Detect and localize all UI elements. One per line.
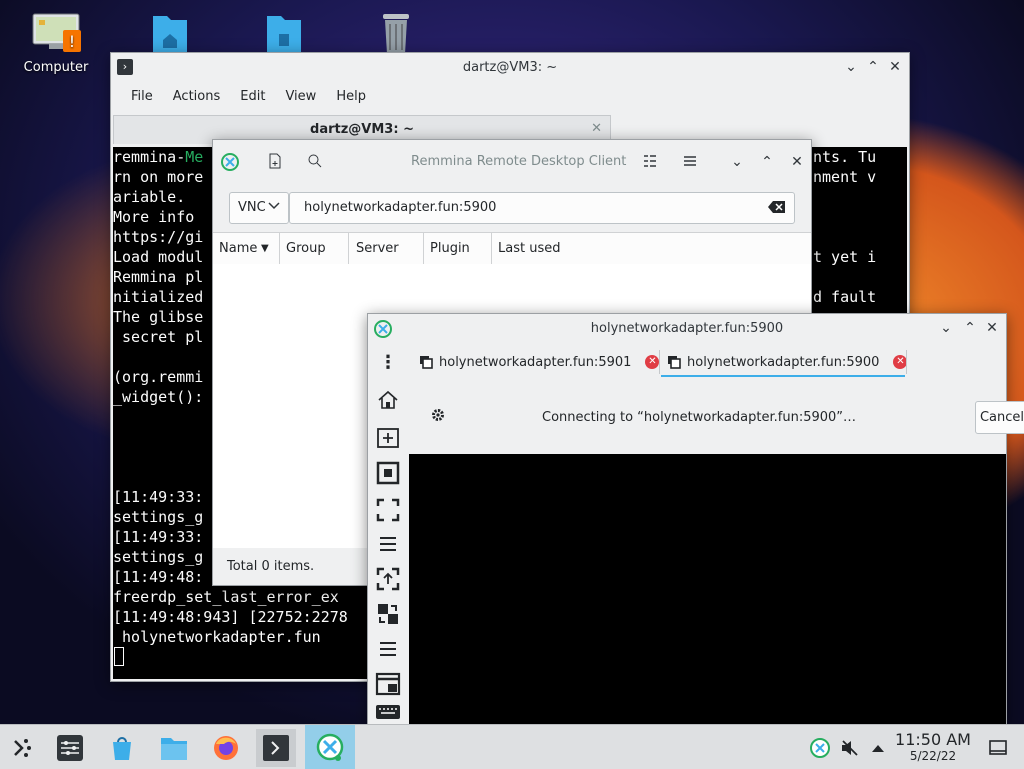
item-count: Total 0 items. (227, 559, 315, 574)
remote-window-icon (668, 356, 681, 369)
remote-display[interactable] (409, 454, 1006, 725)
column-last-used[interactable]: Last used (492, 233, 698, 264)
tab-connection-5900[interactable]: holynetworkadapter.fun:5900 ✕ (667, 347, 908, 377)
firefox-icon[interactable] (206, 729, 246, 767)
application-launcher-icon[interactable] (2, 729, 42, 767)
fit-window-icon[interactable] (374, 496, 402, 524)
search-icon[interactable] (307, 153, 323, 169)
terminal-line-fragment: nts. Tu (813, 148, 877, 166)
menu-lines-icon[interactable] (374, 530, 402, 558)
taskbar: 11:50 AM 5/22/22 (0, 724, 1024, 769)
menu-edit[interactable]: Edit (230, 83, 275, 111)
remote-window-icon (420, 356, 433, 369)
connection-tabbar: holynetworkadapter.fun:5901 ✕ holynetwor… (409, 344, 1006, 380)
remmina-connection-window: holynetworkadapter.fun:5900 ⌄ ⌃ ✕ ⋮ holy… (367, 313, 1024, 726)
trash-icon (369, 10, 423, 54)
view-toggle-icon[interactable] (643, 154, 657, 168)
computer-icon: ! (29, 10, 83, 54)
close-icon[interactable]: ✕ (789, 154, 805, 170)
remmina-task-icon[interactable] (305, 725, 355, 769)
preferences-menu-icon[interactable] (374, 635, 402, 663)
remmina-logo-icon (221, 153, 239, 171)
terminal-line-fragment: nment v (813, 168, 877, 186)
chevron-down-icon (268, 199, 280, 213)
hamburger-menu-icon[interactable] (683, 154, 697, 168)
more-options-icon[interactable]: ⋮ (374, 349, 402, 377)
menu-help[interactable]: Help (326, 83, 376, 111)
menubar: File Actions Edit View Help (111, 83, 909, 111)
konsole-task-icon[interactable] (256, 729, 296, 767)
minimize-icon[interactable]: ⌄ (843, 59, 859, 75)
minimize-icon[interactable]: ⌄ (938, 320, 954, 336)
remmina-headerbar[interactable]: Remmina Remote Desktop Client ⌄ ⌃ ✕ (213, 140, 811, 184)
connecting-panel: Connecting to “holynetworkadapter.fun:59… (409, 380, 1024, 454)
desktop-icon-label: Computer (23, 60, 89, 75)
terminal-cursor (114, 647, 124, 666)
menu-actions[interactable]: Actions (163, 83, 231, 111)
terminal-line-fragment: t yet i (813, 248, 877, 266)
minimize-icon[interactable]: ⌄ (729, 154, 745, 170)
show-desktop-icon[interactable] (978, 729, 1018, 767)
home-icon[interactable] (374, 386, 402, 414)
folder-icon (257, 10, 311, 54)
tab-label: holynetworkadapter.fun:5901 (439, 354, 632, 370)
connection-toolbar: ⋮ (368, 344, 409, 725)
active-tab-indicator (661, 375, 905, 377)
menu-file[interactable]: File (121, 83, 163, 111)
discover-store-icon[interactable] (102, 729, 142, 767)
gear-icon (431, 408, 445, 422)
connecting-message: Connecting to “holynetworkadapter.fun:59… (542, 410, 857, 425)
tab-divider (659, 350, 660, 374)
connection-list-header: Name ▼ Group Server Plugin Last used (213, 232, 811, 265)
clear-text-icon[interactable] (768, 200, 786, 214)
close-icon[interactable]: ✕ (984, 320, 1000, 336)
tab-label: holynetworkadapter.fun:5900 (687, 354, 880, 370)
scale-icon[interactable] (374, 565, 402, 593)
add-window-icon[interactable] (374, 423, 402, 451)
file-manager-icon[interactable] (154, 729, 194, 767)
protocol-select[interactable]: VNC (229, 192, 289, 224)
digital-clock[interactable]: 11:50 AM 5/22/22 (893, 730, 973, 764)
tab-connection-5901[interactable]: holynetworkadapter.fun:5901 ✕ (419, 347, 660, 377)
svg-text:!: ! (69, 32, 75, 51)
dynamic-resolution-icon[interactable] (374, 600, 402, 628)
clock-time: 11:50 AM (895, 730, 971, 749)
new-connection-icon[interactable] (267, 153, 283, 169)
tray-expand-icon[interactable] (858, 729, 898, 767)
maximize-icon[interactable]: ⌃ (962, 320, 978, 336)
fullscreen-icon[interactable] (374, 459, 402, 487)
column-name[interactable]: Name ▼ (213, 233, 280, 264)
close-icon[interactable]: ✕ (887, 59, 903, 75)
maximize-icon[interactable]: ⌃ (759, 154, 775, 170)
address-input[interactable]: holynetworkadapter.fun:5900 (289, 192, 795, 224)
column-server[interactable]: Server (350, 233, 424, 264)
home-folder-icon (143, 10, 197, 54)
column-plugin[interactable]: Plugin (424, 233, 492, 264)
maximize-icon[interactable]: ⌃ (865, 59, 881, 75)
quick-connect-bar: VNC holynetworkadapter.fun:5900 (213, 184, 811, 232)
keyboard-icon[interactable] (374, 702, 402, 724)
terminal-highlight: Me (185, 148, 204, 166)
konsole-titlebar[interactable]: › dartz@VM3: ~ ⌄ ⌃ ✕ (111, 53, 909, 81)
protocol-value: VNC (238, 200, 266, 215)
tab-close-icon[interactable]: ✕ (645, 355, 660, 369)
tab-divider (906, 350, 907, 374)
cancel-button[interactable]: Cancel (975, 401, 1024, 434)
window-title: holynetworkadapter.fun:5900 (590, 321, 784, 336)
system-settings-icon[interactable] (50, 729, 90, 767)
menu-view[interactable]: View (275, 83, 326, 111)
remmina-title: Remmina Remote Desktop Client (411, 154, 627, 169)
tab-close-icon[interactable]: ✕ (591, 121, 602, 136)
tab-title: dartz@VM3: ~ (310, 122, 414, 137)
cancel-label: Cancel (979, 410, 1024, 425)
multi-monitor-icon[interactable] (374, 670, 402, 698)
connection-titlebar[interactable]: holynetworkadapter.fun:5900 ⌄ ⌃ ✕ (368, 314, 1006, 344)
sort-down-icon: ▼ (261, 243, 269, 254)
address-value: holynetworkadapter.fun:5900 (304, 200, 497, 215)
desktop-icon-computer[interactable]: ! Computer (17, 10, 95, 75)
column-group[interactable]: Group (280, 233, 349, 264)
clock-date: 5/22/22 (909, 749, 957, 763)
terminal-line-fragment: d fault (813, 288, 877, 306)
window-title: dartz@VM3: ~ (462, 59, 558, 75)
